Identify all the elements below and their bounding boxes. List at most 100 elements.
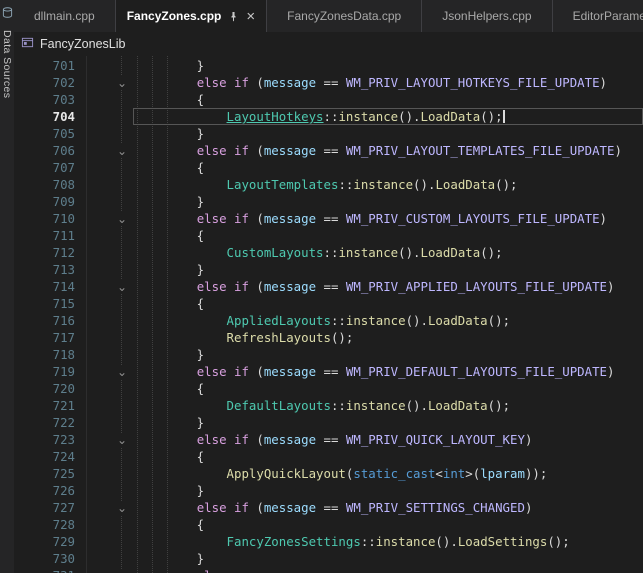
line-number[interactable]: 707 [14, 159, 75, 176]
breakpoint-margin[interactable] [75, 108, 112, 125]
line-number[interactable]: 724 [14, 448, 75, 465]
code-line[interactable]: 709 } [14, 193, 643, 210]
line-number[interactable]: 725 [14, 465, 75, 482]
code-line[interactable]: 705 } [14, 125, 643, 142]
breakpoint-margin[interactable] [75, 329, 112, 346]
line-number[interactable]: 730 [14, 550, 75, 567]
fold-chevron-icon[interactable]: ⌄ [112, 74, 132, 91]
code-line[interactable]: 701 } [14, 57, 643, 74]
code-line[interactable]: 730 } [14, 550, 643, 567]
code-line[interactable]: 718 } [14, 346, 643, 363]
line-number[interactable]: 728 [14, 516, 75, 533]
code-line[interactable]: 719⌄ else if (message == WM_PRIV_DEFAULT… [14, 363, 643, 380]
tab-fancyzonesdata[interactable]: FancyZonesData.cpp [267, 0, 422, 32]
breakpoint-margin[interactable] [75, 499, 112, 516]
breakpoint-margin[interactable] [75, 57, 112, 74]
line-number[interactable]: 713 [14, 261, 75, 278]
line-number[interactable]: 710 [14, 210, 75, 227]
close-icon[interactable]: × [246, 9, 255, 24]
fold-chevron-icon[interactable]: ⌄ [112, 142, 132, 159]
line-number[interactable]: 711 [14, 227, 75, 244]
fold-chevron-icon[interactable]: ⌄ [112, 499, 132, 516]
code-line[interactable]: 722 } [14, 414, 643, 431]
code-line[interactable]: 727⌄ else if (message == WM_PRIV_SETTING… [14, 499, 643, 516]
line-number[interactable]: 727 [14, 499, 75, 516]
side-tab-data-sources[interactable]: Data Sources [1, 30, 13, 98]
line-number[interactable]: 722 [14, 414, 75, 431]
line-number[interactable]: 705 [14, 125, 75, 142]
code-line[interactable]: 706⌄ else if (message == WM_PRIV_LAYOUT_… [14, 142, 643, 159]
breakpoint-margin[interactable] [75, 227, 112, 244]
line-number[interactable]: 718 [14, 346, 75, 363]
line-number[interactable]: 716 [14, 312, 75, 329]
breakpoint-margin[interactable] [75, 516, 112, 533]
line-number[interactable]: 704 [14, 108, 75, 125]
breakpoint-margin[interactable] [75, 567, 112, 573]
breakpoint-margin[interactable] [75, 261, 112, 278]
editor[interactable]: 701 }702⌄ else if (message == WM_PRIV_LA… [14, 56, 643, 573]
breakpoint-margin[interactable] [75, 125, 112, 142]
breakpoint-margin[interactable] [75, 91, 112, 108]
line-number[interactable]: 715 [14, 295, 75, 312]
fold-chevron-icon[interactable]: ⌄ [112, 278, 132, 295]
tab-jsonhelpers[interactable]: JsonHelpers.cpp [422, 0, 552, 32]
code-line[interactable]: 731⌄ else [14, 567, 643, 573]
code-line[interactable]: 708 LayoutTemplates::instance().LoadData… [14, 176, 643, 193]
line-number[interactable]: 729 [14, 533, 75, 550]
breakpoint-margin[interactable] [75, 380, 112, 397]
code-line[interactable]: 713 } [14, 261, 643, 278]
code-line[interactable]: 704 LayoutHotkeys::instance().LoadData()… [14, 108, 643, 125]
line-number[interactable]: 709 [14, 193, 75, 210]
breakpoint-margin[interactable] [75, 278, 112, 295]
breakpoint-margin[interactable] [75, 431, 112, 448]
line-number[interactable]: 719 [14, 363, 75, 380]
breakpoint-margin[interactable] [75, 448, 112, 465]
breakpoint-margin[interactable] [75, 465, 112, 482]
breakpoint-margin[interactable] [75, 482, 112, 499]
breakpoint-margin[interactable] [75, 244, 112, 261]
breakpoint-margin[interactable] [75, 74, 112, 91]
tab-fancyzones[interactable]: FancyZones.cpp × [116, 0, 267, 32]
breakpoint-margin[interactable] [75, 346, 112, 363]
line-number[interactable]: 702 [14, 74, 75, 91]
code-line[interactable]: 728 { [14, 516, 643, 533]
breakpoint-margin[interactable] [75, 312, 112, 329]
line-number[interactable]: 723 [14, 431, 75, 448]
breakpoint-margin[interactable] [75, 363, 112, 380]
breakpoint-margin[interactable] [75, 210, 112, 227]
tab-editorparameters[interactable]: EditorParamete [553, 0, 643, 32]
code-line[interactable]: 725 ApplyQuickLayout(static_cast<int>(lp… [14, 465, 643, 482]
code-line[interactable]: 707 { [14, 159, 643, 176]
fold-chevron-icon[interactable]: ⌄ [112, 363, 132, 380]
breakpoint-margin[interactable] [75, 533, 112, 550]
breakpoint-margin[interactable] [75, 414, 112, 431]
line-number[interactable]: 701 [14, 57, 75, 74]
breadcrumb-project[interactable]: FancyZonesLib [40, 37, 125, 51]
line-number[interactable]: 731 [14, 567, 75, 573]
line-number[interactable]: 708 [14, 176, 75, 193]
breakpoint-margin[interactable] [75, 176, 112, 193]
fold-chevron-icon[interactable]: ⌄ [112, 567, 132, 573]
code-line[interactable]: 720 { [14, 380, 643, 397]
code-line[interactable]: 711 { [14, 227, 643, 244]
breakpoint-margin[interactable] [75, 397, 112, 414]
breakpoint-margin[interactable] [75, 159, 112, 176]
breakpoint-margin[interactable] [75, 295, 112, 312]
line-number[interactable]: 717 [14, 329, 75, 346]
breakpoint-margin[interactable] [75, 550, 112, 567]
code-line[interactable]: 715 { [14, 295, 643, 312]
pin-icon[interactable] [228, 11, 239, 22]
code-line[interactable]: 724 { [14, 448, 643, 465]
code-line[interactable]: 726 } [14, 482, 643, 499]
breakpoint-margin[interactable] [75, 193, 112, 210]
line-number[interactable]: 703 [14, 91, 75, 108]
line-number[interactable]: 721 [14, 397, 75, 414]
code-line[interactable]: 712 CustomLayouts::instance().LoadData()… [14, 244, 643, 261]
line-number[interactable]: 714 [14, 278, 75, 295]
tab-dllmain[interactable]: dllmain.cpp [14, 0, 116, 32]
fold-chevron-icon[interactable]: ⌄ [112, 210, 132, 227]
code-line[interactable]: 710⌄ else if (message == WM_PRIV_CUSTOM_… [14, 210, 643, 227]
code-line[interactable]: 702⌄ else if (message == WM_PRIV_LAYOUT_… [14, 74, 643, 91]
code-line[interactable]: 717 RefreshLayouts(); [14, 329, 643, 346]
code-line[interactable]: 716 AppliedLayouts::instance().LoadData(… [14, 312, 643, 329]
